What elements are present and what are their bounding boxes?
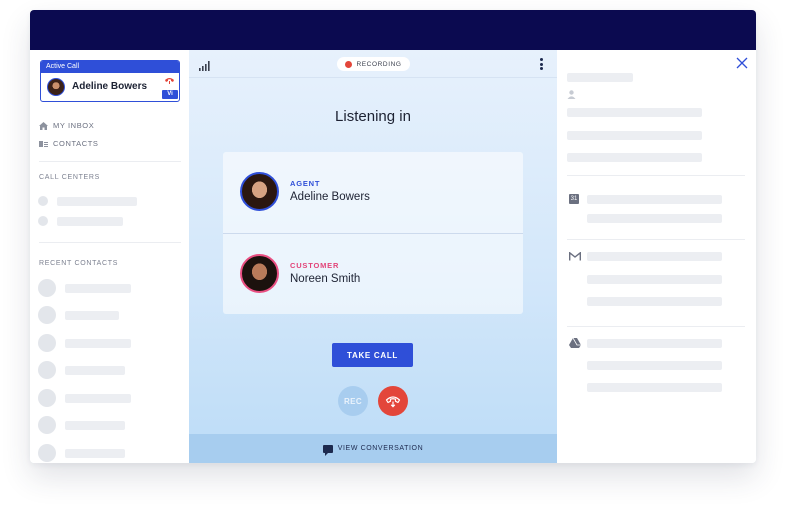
- sidebar-item-my-inbox[interactable]: MY INBOX: [39, 121, 94, 130]
- more-options-icon[interactable]: [540, 58, 543, 70]
- recent-contact-placeholder[interactable]: [65, 366, 125, 375]
- recording-dot-icon: [345, 60, 353, 68]
- customer-name: Noreen Smith: [290, 273, 361, 285]
- drive-placeholder: [587, 361, 722, 370]
- customer-row: CUSTOMER Noreen Smith: [223, 233, 523, 314]
- email-placeholder[interactable]: [587, 252, 722, 261]
- agent-name: Adeline Bowers: [290, 191, 370, 203]
- contact-avatar-placeholder: [38, 444, 56, 462]
- call-center-placeholder[interactable]: [57, 217, 123, 226]
- email-placeholder: [587, 275, 722, 284]
- vi-badge: Vi: [162, 90, 178, 99]
- active-caller-name: Adeline Bowers: [72, 81, 148, 92]
- agent-avatar: [240, 172, 279, 211]
- details-panel: 31: [557, 50, 756, 463]
- divider: [39, 161, 181, 162]
- divider: [567, 239, 745, 240]
- recent-contact-placeholder[interactable]: [65, 449, 125, 458]
- person-icon: [567, 90, 576, 99]
- call-center-placeholder[interactable]: [57, 197, 137, 206]
- view-conversation-button[interactable]: VIEW CONVERSATION: [189, 434, 557, 463]
- call-centers-title: CALL CENTERS: [39, 174, 101, 181]
- call-toolbar: RECORDING: [189, 50, 557, 78]
- agent-role-label: AGENT: [290, 179, 321, 188]
- agent-row: AGENT Adeline Bowers: [223, 152, 523, 233]
- recording-indicator: RECORDING: [337, 57, 410, 71]
- email-placeholder: [587, 297, 722, 306]
- gmail-icon: [569, 252, 581, 261]
- calendar-icon: 31: [569, 194, 579, 204]
- participants-card: AGENT Adeline Bowers CUSTOMER Noreen Smi…: [223, 152, 523, 314]
- sidebar-item-label: MY INBOX: [53, 121, 95, 130]
- detail-placeholder: [567, 131, 702, 140]
- contact-avatar-placeholder: [38, 361, 56, 379]
- call-panel: RECORDING Listening in AGENT Adeline Bow…: [189, 50, 557, 463]
- hangup-small-icon[interactable]: [164, 76, 175, 88]
- contact-avatar-placeholder: [38, 306, 56, 324]
- chat-icon: [322, 444, 333, 456]
- view-conversation-label: VIEW CONVERSATION: [337, 445, 424, 452]
- hangup-icon: [385, 396, 401, 408]
- contact-name-placeholder: [567, 73, 633, 82]
- contact-avatar-placeholder: [38, 389, 56, 407]
- contact-avatar-placeholder: [38, 279, 56, 297]
- active-caller-avatar: [47, 78, 65, 96]
- active-call-card[interactable]: Active Call Adeline Bowers Vi: [40, 60, 180, 102]
- signal-strength-icon: [199, 61, 210, 71]
- sidebar-item-label: CONTACTS: [53, 139, 99, 148]
- top-bar: [30, 10, 756, 50]
- drive-placeholder: [587, 383, 722, 392]
- sidebar-item-contacts[interactable]: CONTACTS: [39, 139, 99, 148]
- recent-contacts-title: RECENT CONTACTS: [39, 260, 119, 267]
- calendar-placeholder[interactable]: [587, 195, 722, 204]
- drive-icon: [569, 338, 581, 348]
- recent-contact-placeholder[interactable]: [65, 284, 131, 293]
- customer-avatar: [240, 254, 279, 293]
- home-icon: [39, 121, 48, 130]
- close-icon[interactable]: [735, 56, 749, 70]
- page-title: Listening in: [335, 108, 411, 125]
- check-icon: [38, 216, 48, 226]
- divider: [567, 175, 745, 176]
- recent-contact-placeholder[interactable]: [65, 421, 125, 430]
- hangup-button[interactable]: [378, 386, 408, 416]
- take-call-button[interactable]: TAKE CALL: [332, 343, 413, 367]
- detail-placeholder: [567, 108, 702, 117]
- customer-role-label: CUSTOMER: [290, 261, 340, 270]
- app-window: Active Call Adeline Bowers Vi MY INBOX C…: [30, 10, 756, 463]
- contact-avatar-placeholder: [38, 334, 56, 352]
- recent-contact-placeholder[interactable]: [65, 311, 119, 320]
- contact-avatar-placeholder: [38, 416, 56, 434]
- recording-label: RECORDING: [356, 60, 402, 68]
- detail-placeholder: [567, 153, 702, 162]
- record-button[interactable]: REC: [338, 386, 368, 416]
- recent-contact-placeholder[interactable]: [65, 339, 131, 348]
- contacts-icon: [39, 140, 48, 147]
- recent-contact-placeholder[interactable]: [65, 394, 131, 403]
- divider: [567, 326, 745, 327]
- drive-placeholder[interactable]: [587, 339, 722, 348]
- sidebar: Active Call Adeline Bowers Vi MY INBOX C…: [30, 50, 189, 463]
- divider: [39, 242, 181, 243]
- calendar-placeholder: [587, 214, 722, 223]
- active-call-label: Active Call: [41, 61, 179, 73]
- check-icon: [38, 196, 48, 206]
